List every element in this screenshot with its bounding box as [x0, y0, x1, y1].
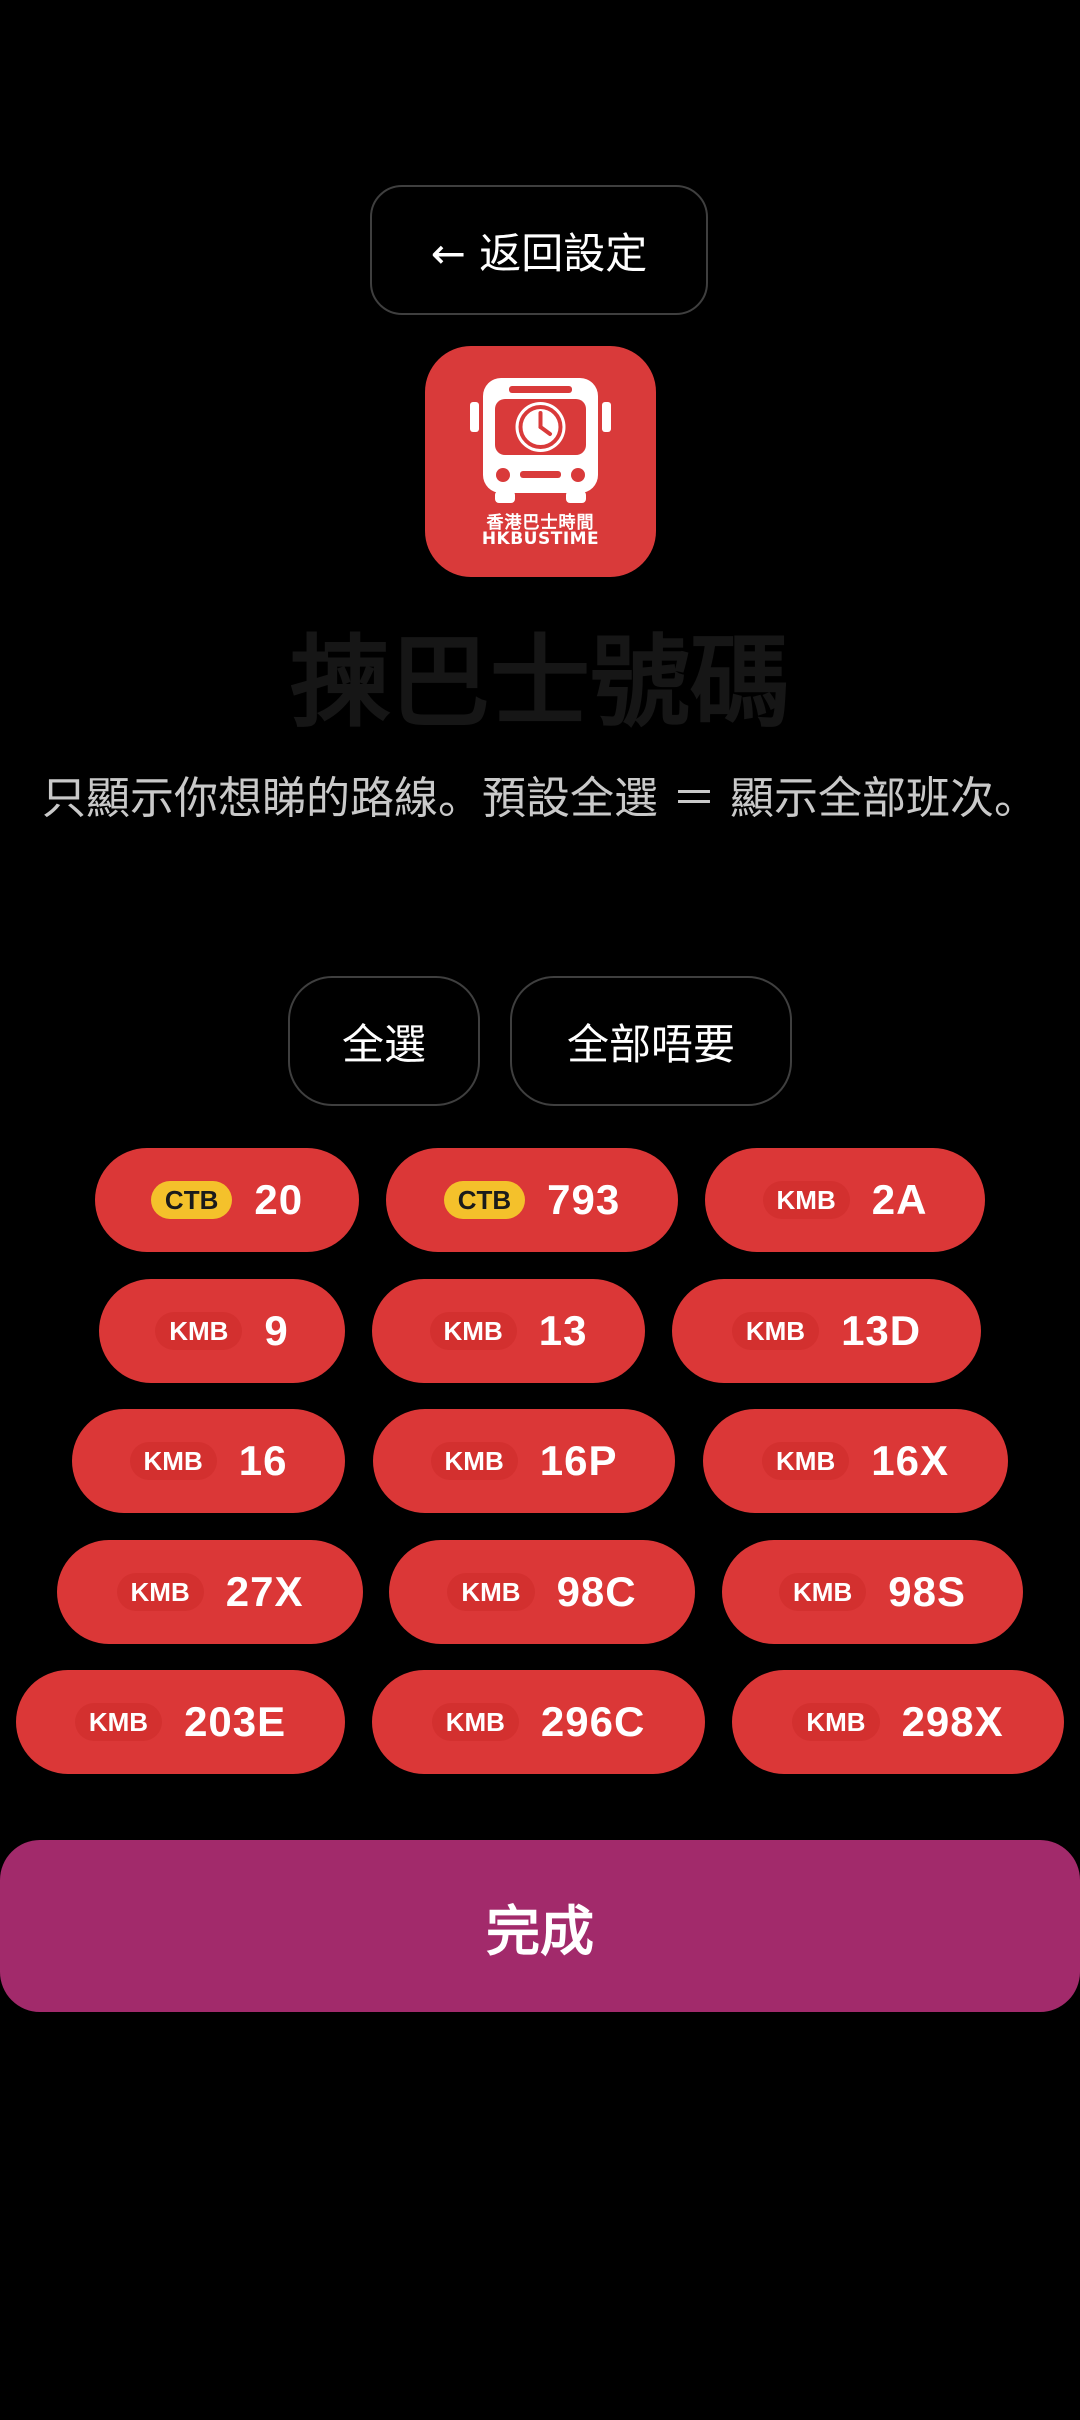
- operator-badge: KMB: [792, 1703, 880, 1741]
- page-subtitle: 只顯示你想睇的路線。預設全選 ＝ 顯示全部班次。: [42, 773, 1038, 824]
- route-chip[interactable]: KMB 9: [99, 1279, 345, 1383]
- route-number: 98C: [556, 1568, 637, 1615]
- route-chip[interactable]: KMB 27X: [57, 1540, 363, 1644]
- route-chip[interactable]: KMB 98S: [722, 1540, 1023, 1644]
- deselect-all-button[interactable]: 全部唔要: [510, 976, 792, 1106]
- route-number: 27X: [225, 1568, 304, 1615]
- operator-badge: KMB: [779, 1573, 867, 1611]
- route-number: 16X: [871, 1437, 949, 1484]
- route-number: 98S: [888, 1568, 966, 1615]
- back-to-settings-button[interactable]: ← 返回設定: [370, 185, 708, 315]
- route-chip[interactable]: KMB 16P: [373, 1409, 675, 1513]
- route-number: 16: [238, 1437, 288, 1484]
- operator-badge: CTB: [150, 1181, 233, 1219]
- operator-badge: CTB: [443, 1181, 526, 1219]
- route-number: 793: [547, 1176, 621, 1223]
- logo-text-english: HKBUSTIME: [481, 529, 600, 549]
- route-number: 9: [264, 1307, 289, 1354]
- route-number: 16P: [539, 1437, 618, 1484]
- route-number: 296C: [540, 1698, 646, 1745]
- route-chip[interactable]: CTB 793: [386, 1148, 678, 1252]
- route-chip[interactable]: KMB 16X: [703, 1409, 1008, 1513]
- route-chip[interactable]: KMB 98C: [389, 1540, 695, 1644]
- route-number: 13D: [841, 1307, 922, 1354]
- operator-badge: KMB: [74, 1703, 163, 1741]
- select-all-button[interactable]: 全選: [288, 976, 480, 1106]
- page-title: 揀巴士號碼: [290, 624, 790, 741]
- operator-badge: KMB: [762, 1442, 850, 1480]
- app-logo: 香港巴士時間 HKBUSTIME: [425, 346, 656, 577]
- route-chip[interactable]: KMB 296C: [372, 1670, 705, 1774]
- route-chip[interactable]: CTB 20: [95, 1148, 359, 1252]
- operator-badge: KMB: [431, 1703, 519, 1741]
- operator-badge: KMB: [762, 1181, 850, 1219]
- operator-badge: KMB: [155, 1312, 243, 1350]
- operator-badge: KMB: [430, 1442, 518, 1480]
- route-chip[interactable]: KMB 13: [372, 1279, 645, 1383]
- route-number: 2A: [871, 1176, 928, 1223]
- route-number: 203E: [184, 1698, 287, 1745]
- operator-badge: KMB: [116, 1573, 204, 1611]
- route-number: 298X: [901, 1698, 1004, 1745]
- operator-badge: KMB: [447, 1573, 535, 1611]
- route-number: 20: [254, 1176, 304, 1223]
- route-chip[interactable]: KMB 2A: [705, 1148, 985, 1252]
- route-chip[interactable]: KMB 298X: [732, 1670, 1064, 1774]
- operator-badge: KMB: [731, 1312, 820, 1350]
- route-number: 13: [538, 1307, 588, 1354]
- route-chip[interactable]: KMB 16: [72, 1409, 345, 1513]
- operator-badge: KMB: [129, 1442, 217, 1480]
- done-button[interactable]: 完成: [0, 1840, 1080, 2012]
- route-chip[interactable]: KMB 13D: [672, 1279, 981, 1383]
- route-chip[interactable]: KMB 203E: [16, 1670, 345, 1774]
- operator-badge: KMB: [429, 1312, 517, 1350]
